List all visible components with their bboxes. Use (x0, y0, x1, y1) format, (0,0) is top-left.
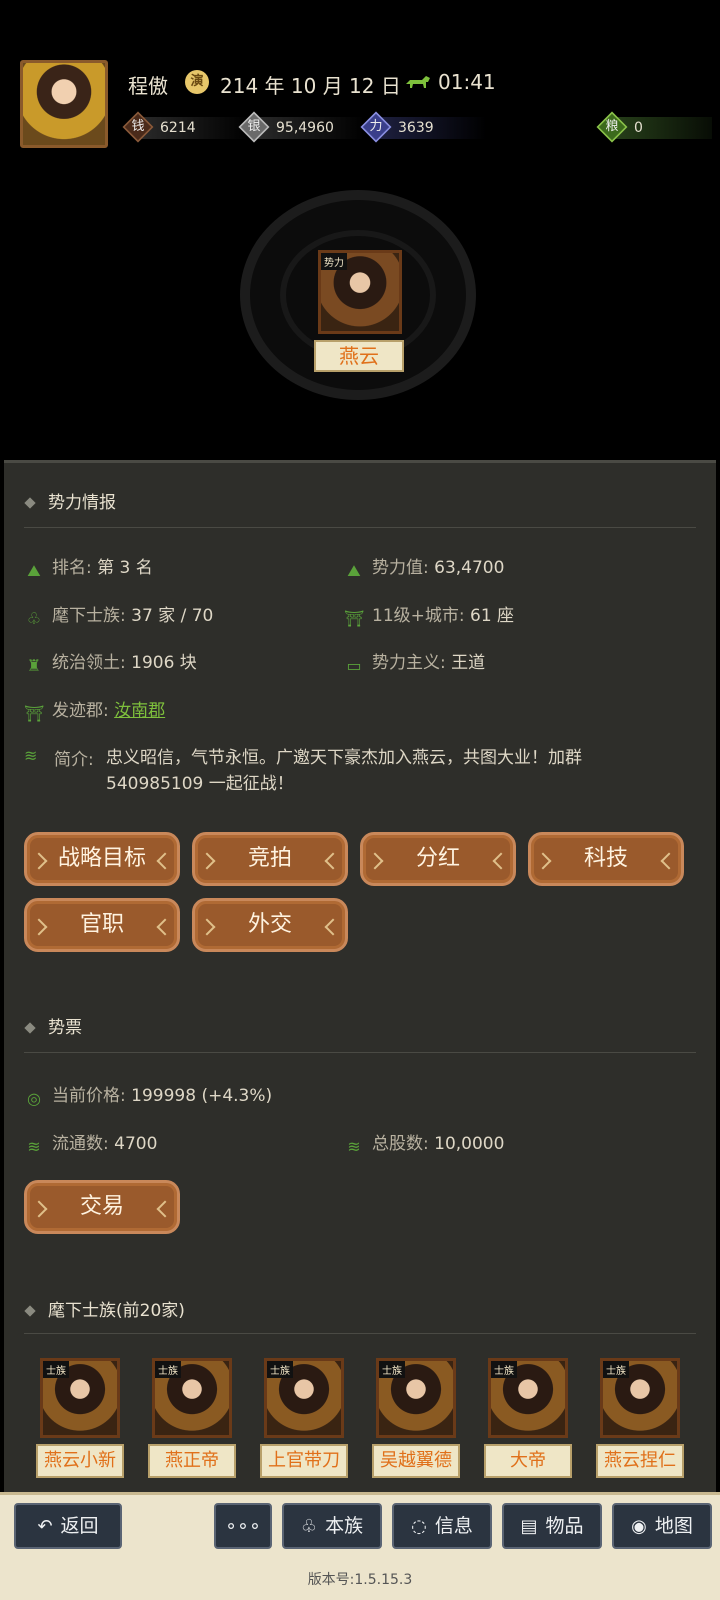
more-button[interactable]: ∘∘∘ (214, 1503, 272, 1549)
clan-name: 燕云捏仁 (596, 1444, 684, 1478)
chat-bubble-icon: ◌ (411, 1516, 427, 1537)
clan-card[interactable]: 士族 大帝 (484, 1358, 572, 1478)
bottom-nav: ↶ 返回 ∘∘∘ ♧ 本族 ◌ 信息 ▤ 物品 ◉ 地图 版本号:1.5.15.3 (0, 1492, 720, 1600)
divider (24, 1052, 696, 1053)
mountain-icon: ⛰ (347, 561, 361, 580)
food-value: 0 (634, 120, 643, 136)
divider (24, 1333, 696, 1334)
clan-name: 上官带刀 (260, 1444, 348, 1478)
clans-field: ♧ 麾下士族: 37 家 / 70 (24, 601, 214, 628)
auction-button[interactable]: 竞拍 (192, 832, 348, 886)
back-arrow-icon: ↶ (37, 1516, 53, 1537)
clan-card[interactable]: 士族 燕正帝 (148, 1358, 236, 1478)
clan-name: 燕正帝 (148, 1444, 236, 1478)
faction-tag: 势力 (321, 253, 347, 270)
top-header: 程傲 演 214 年 10 月 12 日 01:41 钱 6214 银 95,4… (0, 0, 720, 460)
origin-field: ⛩ 发迹郡: 汝南郡 (24, 701, 166, 723)
scroll-icon: ≋ (27, 1137, 41, 1156)
clan-name: 吴越翼德 (372, 1444, 460, 1478)
origin-link[interactable]: 汝南郡 (114, 701, 165, 721)
power-field: ⛰ 势力值: 63,4700 (344, 553, 504, 580)
calendar-icon: 演 (185, 70, 209, 94)
scroll-icon: ≋ (24, 746, 38, 765)
clan-avatar: 士族 (40, 1358, 120, 1438)
clan-button[interactable]: ♧ 本族 (282, 1503, 382, 1549)
section-title-clans: 麾下士族(前20家) (24, 1296, 185, 1321)
diamond-bullet-icon (24, 497, 36, 509)
compass-icon: ◉ (631, 1516, 647, 1537)
castle-icon: ♜ (26, 656, 42, 675)
clan-icon: ♧ (300, 1516, 318, 1537)
chest-icon: ▤ (520, 1516, 538, 1537)
coins-icon: ◎ (27, 1089, 41, 1108)
silver-value: 95,4960 (276, 120, 334, 136)
scroll-icon: ≋ (347, 1137, 361, 1156)
clan-name: 大帝 (484, 1444, 572, 1478)
back-button[interactable]: ↶ 返回 (14, 1503, 122, 1549)
clan-card[interactable]: 士族 吴越翼德 (372, 1358, 460, 1478)
map-button[interactable]: ◉ 地图 (612, 1503, 712, 1549)
section-title-stock: 势票 (24, 1013, 82, 1038)
book-icon: ▭ (346, 656, 362, 675)
doctrine-field: ▭ 势力主义: 王道 (344, 648, 485, 675)
price-field: ◎ 当前价格: 199998 (+4.3%) (24, 1081, 272, 1108)
clan-card[interactable]: 士族 燕云捏仁 (596, 1358, 684, 1478)
game-date: 214 年 10 月 12 日 (220, 74, 401, 98)
cities-field: ⛩ 11级+城市: 61 座 (344, 606, 515, 628)
clan-card[interactable]: 士族 燕云小新 (36, 1358, 124, 1478)
official-post-button[interactable]: 官职 (24, 898, 180, 952)
clan-avatar: 士族 (376, 1358, 456, 1438)
diamond-bullet-icon (24, 1305, 36, 1317)
player-avatar[interactable] (20, 60, 108, 148)
strength-value: 3639 (398, 120, 434, 136)
clan-avatar: 士族 (264, 1358, 344, 1438)
items-button[interactable]: ▤ 物品 (502, 1503, 602, 1549)
clan-avatar: 士族 (488, 1358, 568, 1438)
clan-card[interactable]: 士族 上官带刀 (260, 1358, 348, 1478)
gate-icon: ⛩ (344, 609, 365, 628)
intro-text: 忠义昭信，气节永恒。广邀天下豪杰加入燕云，共图大业！加群540985109 一起… (106, 748, 582, 794)
gate-icon: ⛩ (24, 704, 45, 723)
player-name: 程傲 (128, 74, 168, 98)
total-shares-field: ≋ 总股数: 10,0000 (344, 1129, 504, 1156)
faction-avatar[interactable]: 势力 (318, 250, 402, 334)
trade-button[interactable]: 交易 (24, 1180, 180, 1234)
section-title-info: 势力情报 (24, 488, 116, 513)
version-label: 版本号:1.5.15.3 (307, 1572, 413, 1588)
clan-avatar: 士族 (152, 1358, 232, 1438)
clan-name: 燕云小新 (36, 1444, 124, 1478)
intro-label: 简介: (54, 750, 94, 770)
clan-avatar: 士族 (600, 1358, 680, 1438)
game-time: 01:41 (438, 70, 496, 94)
diplomacy-button[interactable]: 外交 (192, 898, 348, 952)
info-button[interactable]: ◌ 信息 (392, 1503, 492, 1549)
coin-value: 6214 (160, 120, 196, 136)
diamond-bullet-icon (24, 1022, 36, 1034)
horse-icon (404, 74, 432, 90)
clan-icon: ♧ (26, 609, 42, 628)
technology-button[interactable]: 科技 (528, 832, 684, 886)
faction-name: 燕云 (314, 340, 404, 372)
rank-field: ⛰ 排名: 第 3 名 (24, 553, 153, 580)
strategy-goal-button[interactable]: 战略目标 (24, 832, 180, 886)
dividend-button[interactable]: 分红 (360, 832, 516, 886)
circulation-field: ≋ 流通数: 4700 (24, 1129, 157, 1156)
divider (24, 527, 696, 528)
mountain-icon: ⛰ (27, 561, 41, 580)
territory-field: ♜ 统治领土: 1906 块 (24, 648, 197, 675)
